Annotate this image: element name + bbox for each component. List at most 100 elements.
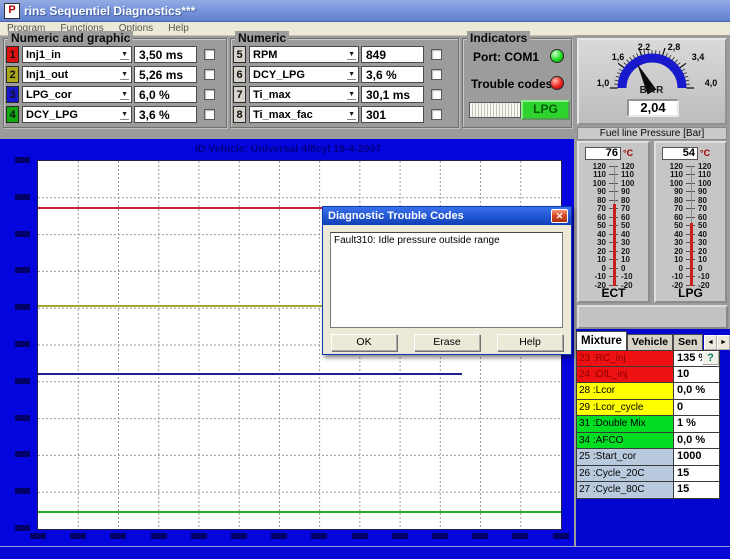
help-button[interactable]: Help [497, 334, 563, 351]
channel-number-button[interactable]: 2 [6, 66, 19, 83]
gauge-caption: Fuel line Pressure [Bar] [577, 127, 727, 140]
ok-button[interactable]: OK [331, 334, 397, 351]
erase-button[interactable]: Erase [414, 334, 480, 351]
thermo-scale: 1201201101101001009090808070706060505040… [579, 162, 648, 290]
channel-checkbox[interactable] [431, 109, 442, 120]
thermometer-ect: 76°C 120120110110100100909080807070606050… [577, 141, 650, 303]
channel-checkbox[interactable] [431, 69, 442, 80]
parameter-select[interactable]: Inj1_in▼ [22, 46, 132, 63]
tab-scroll-right-icon[interactable]: ► [717, 335, 730, 350]
x-axis-label [553, 533, 569, 539]
parameter-select[interactable]: Ti_max_fac ▼ [249, 106, 359, 123]
chevron-down-icon: ▼ [120, 91, 129, 100]
parameter-select[interactable]: LPG_cor ▼ [22, 86, 132, 103]
row-value: 1 % [674, 416, 720, 433]
menu-item-help[interactable]: Help [168, 23, 189, 34]
title-bar: P rins Sequentiel Diagnostics*** [0, 0, 730, 22]
gauge-tick-label: 2,8 [664, 42, 684, 52]
parameter-name: Ti_max_fac [250, 109, 313, 121]
channel-checkbox[interactable] [431, 49, 442, 60]
group-title: Numeric [235, 31, 289, 45]
parameter-select[interactable]: DCY_LPG▼ [22, 106, 132, 123]
channel-row: 2Inj1_out▼5,26 ms [6, 66, 224, 83]
chevron-down-icon: ▼ [347, 111, 356, 120]
tab-bar: MixtureVehicleSen◄► [576, 331, 730, 350]
close-icon[interactable]: ✕ [551, 209, 568, 223]
group-title: Numeric and graphic [8, 31, 133, 45]
tab-mixture[interactable]: Mixture [576, 331, 627, 350]
dialog-title-bar[interactable]: Diagnostic Trouble Codes ✕ [323, 207, 571, 225]
y-axis-label [15, 415, 30, 421]
x-axis-label [70, 533, 86, 539]
thermo-name: LPG [656, 286, 725, 300]
gauge-tick-label: 1,6 [608, 52, 628, 62]
channel-number-button[interactable]: 8 [233, 106, 246, 123]
table-row: 34 :AFCO0,0 % [576, 433, 720, 450]
thermo-unit: °C [623, 148, 633, 158]
parameter-select[interactable]: Ti_max▼ [249, 86, 359, 103]
row-value: 10 [674, 367, 720, 384]
channel-checkbox[interactable] [204, 49, 215, 60]
row-label: 25 :Start_cor [576, 449, 674, 466]
parameter-value: 3,6 % [361, 66, 424, 83]
row-label: 24 :OfL_inj [576, 367, 674, 384]
thermo-name: ECT [579, 286, 648, 300]
parameter-name: LPG_cor [23, 89, 72, 101]
fuel-type-button[interactable]: LPG [521, 100, 570, 120]
channel-number-button[interactable]: 3 [6, 86, 19, 103]
help-icon[interactable]: ? [702, 351, 719, 365]
parameter-name: Inj1_out [23, 69, 68, 81]
table-row: 27 :Cycle_80C15 [576, 482, 720, 499]
thermo-value-row: 76°C [585, 146, 633, 160]
y-axis-label [15, 525, 30, 531]
channel-number-button[interactable]: 7 [233, 86, 246, 103]
y-axis-label [15, 304, 30, 310]
channel-checkbox[interactable] [204, 109, 215, 120]
table-row: 25 :Start_cor1000 [576, 449, 720, 466]
row-value: 0,0 % [674, 383, 720, 400]
chart-title: ID Vehicle: Universal 4/8cyl 19-4-2007 [0, 143, 576, 155]
gauge-value: 2,04 [627, 99, 679, 117]
parameter-select[interactable]: RPM▼ [249, 46, 359, 63]
table-row: 26 :Cycle_20C15 [576, 466, 720, 483]
channel-row: 4DCY_LPG▼3,6 % [6, 106, 224, 123]
channel-number-button[interactable]: 1 [6, 46, 19, 63]
parameter-select[interactable]: DCY_LPG▼ [249, 66, 359, 83]
table-row: 29 :Lcor_cycle0 [576, 400, 720, 417]
status-strip [0, 546, 730, 559]
gauge-tick-label: 4,0 [701, 78, 721, 88]
group-title: Indicators [467, 31, 530, 45]
channel-checkbox[interactable] [204, 89, 215, 100]
group-numeric-graphic: Numeric and graphic 1Inj1_in▼3,50 ms2Inj… [3, 38, 227, 128]
series-line-dcy_lpg [38, 511, 561, 513]
fault-list[interactable]: Fault310: Idle pressure outside range [330, 232, 563, 328]
parameter-select[interactable]: Inj1_out▼ [22, 66, 132, 83]
channel-checkbox[interactable] [431, 89, 442, 100]
chevron-down-icon: ▼ [347, 71, 356, 80]
row-value: 0 [674, 400, 720, 417]
channel-row: 1Inj1_in▼3,50 ms [6, 46, 224, 63]
x-axis-label [512, 533, 528, 539]
parameter-value: 3,50 ms [134, 46, 197, 63]
row-value: 1000 [674, 449, 720, 466]
trouble-codes-led [550, 76, 564, 90]
thermo-mercury [613, 204, 616, 286]
chevron-down-icon: ▼ [347, 91, 356, 100]
channel-number-button[interactable]: 4 [6, 106, 19, 123]
gauge-tick-label: 2,2 [634, 42, 654, 52]
app-window: { "window": { "title": "rins Sequentiel … [0, 0, 730, 559]
row-value: 15 [674, 466, 720, 483]
channel-checkbox[interactable] [204, 69, 215, 80]
tab-scroll-left-icon[interactable]: ◄ [704, 335, 717, 350]
tab-sen[interactable]: Sen [673, 334, 703, 350]
y-axis-label [15, 378, 30, 384]
row-label: 23 :RC_inj [576, 350, 674, 367]
channel-number-button[interactable]: 6 [233, 66, 246, 83]
row-value: 0,0 % [674, 433, 720, 450]
channel-number-button[interactable]: 5 [233, 46, 246, 63]
x-axis-label [110, 533, 126, 539]
channel-row: 6DCY_LPG▼3,6 % [233, 66, 456, 83]
x-axis-label [352, 533, 368, 539]
parameter-value: 6,0 % [134, 86, 197, 103]
tab-vehicle[interactable]: Vehicle [627, 334, 673, 350]
